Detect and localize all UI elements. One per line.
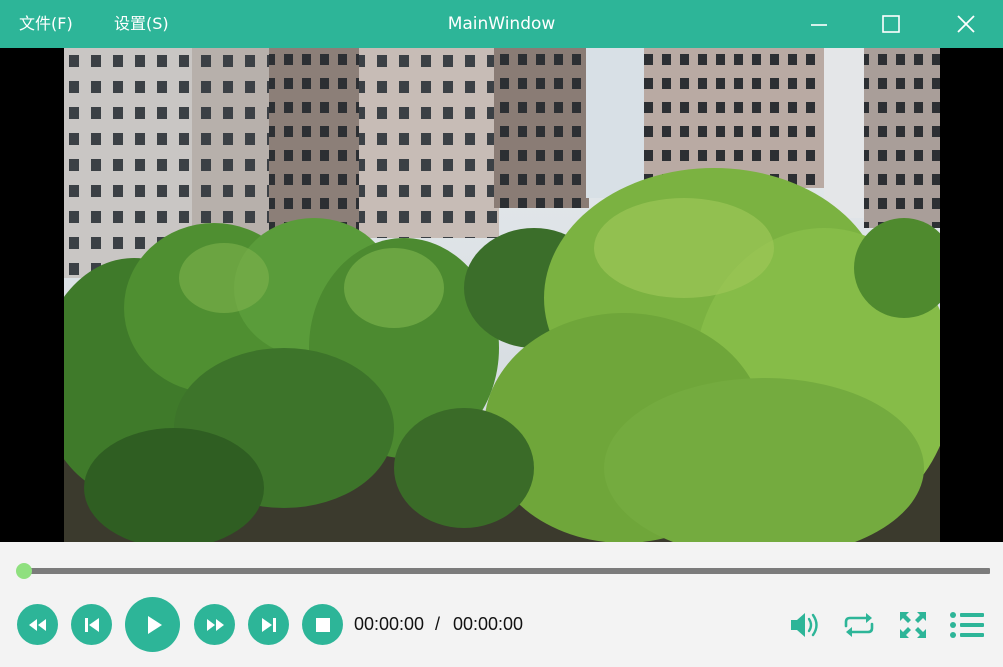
minimize-icon — [811, 24, 827, 26]
progress-handle[interactable] — [16, 563, 32, 579]
stop-button[interactable] — [302, 604, 343, 645]
video-area[interactable] — [0, 48, 1003, 542]
menu-file[interactable]: 文件(F) — [19, 0, 73, 48]
time-current: 00:00:00 — [354, 614, 425, 634]
loop-button[interactable] — [840, 609, 878, 641]
menu-settings[interactable]: 设置(S) — [114, 0, 169, 48]
stop-icon — [315, 617, 330, 632]
fullscreen-button[interactable] — [896, 608, 930, 642]
previous-button[interactable] — [71, 604, 112, 645]
video-frame — [64, 48, 940, 542]
maximize-button[interactable] — [866, 0, 916, 48]
player-window: 文件(F) 设置(S) MainWindow 00:00:00 / 00:00:… — [0, 0, 1003, 667]
play-icon — [147, 615, 162, 634]
time-separator: / — [435, 614, 441, 634]
close-icon — [957, 15, 975, 33]
maximize-icon — [882, 15, 900, 33]
time-total: 00:00:00 — [453, 614, 524, 634]
previous-icon — [84, 617, 99, 632]
close-button[interactable] — [941, 0, 991, 48]
video-frame-image — [64, 48, 940, 542]
fullscreen-icon — [900, 612, 926, 638]
loop-icon — [844, 613, 874, 637]
playlist-button[interactable] — [947, 608, 987, 642]
rewind-button[interactable] — [17, 604, 58, 645]
volume-button[interactable] — [787, 609, 823, 641]
playlist-icon — [950, 612, 984, 638]
next-icon — [261, 617, 276, 632]
rewind-icon — [28, 618, 46, 631]
title-bar[interactable]: 文件(F) 设置(S) MainWindow — [0, 0, 1003, 48]
progress-track[interactable] — [20, 568, 990, 574]
fast-forward-icon — [206, 618, 224, 631]
next-button[interactable] — [248, 604, 289, 645]
progress-slider[interactable] — [16, 563, 990, 579]
fast-forward-button[interactable] — [194, 604, 235, 645]
volume-icon — [791, 613, 818, 637]
play-button[interactable] — [125, 597, 180, 652]
minimize-button[interactable] — [794, 0, 844, 48]
